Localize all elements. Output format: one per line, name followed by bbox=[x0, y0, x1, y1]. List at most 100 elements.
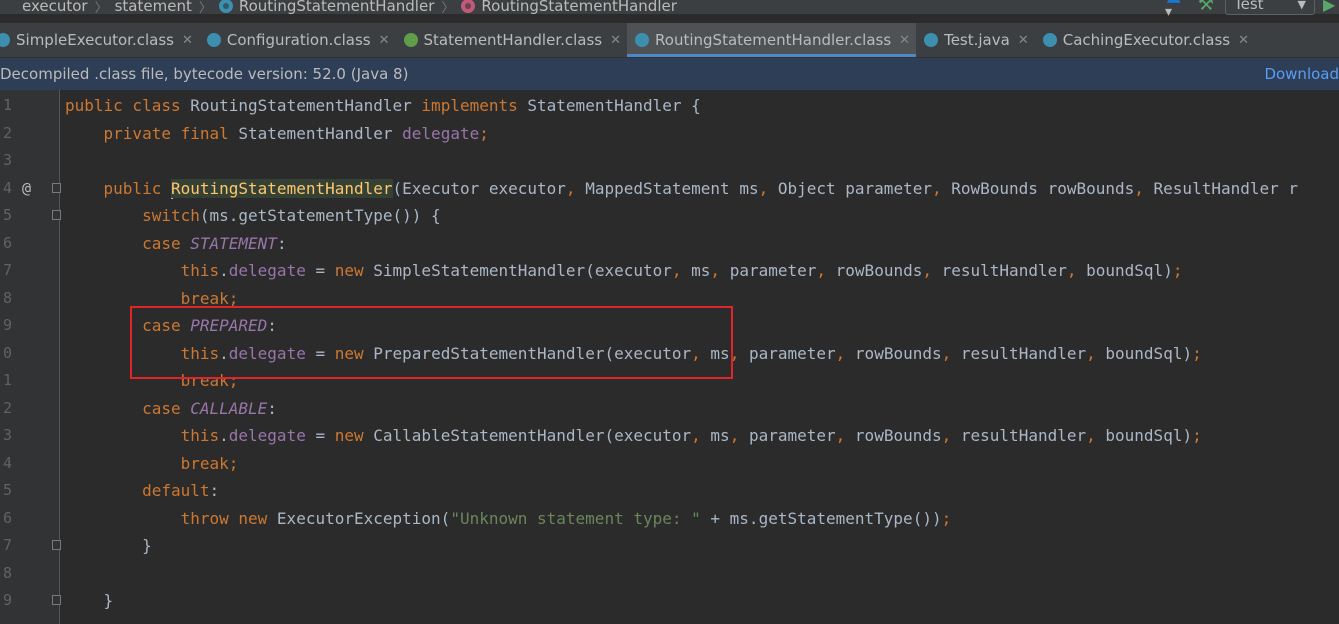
code-text: public RoutingStatementHandler(Executor … bbox=[103, 179, 1299, 199]
code-line: 1 break; bbox=[0, 367, 1339, 394]
code-text: } bbox=[103, 591, 114, 610]
code-line: 2 private final StatementHandler delegat… bbox=[0, 120, 1339, 147]
close-icon[interactable]: ✕ bbox=[379, 33, 390, 48]
breadcrumb-label: RoutingStatementHandler bbox=[238, 0, 435, 15]
tab-label: RoutingStatementHandler.class bbox=[655, 31, 892, 49]
hammer-icon[interactable]: ⚒ bbox=[1195, 0, 1217, 15]
tab-simpleexecutor[interactable]: SimpleExecutor.class ✕ bbox=[0, 23, 199, 57]
tab-routingstatementhandler[interactable]: RoutingStatementHandler.class ✕ bbox=[627, 23, 917, 57]
code-line: 6 case STATEMENT: bbox=[0, 230, 1339, 257]
breadcrumb-item[interactable]: statement bbox=[115, 0, 192, 15]
code-line: 4 break; bbox=[0, 450, 1339, 477]
code-line: 7 } bbox=[0, 532, 1339, 559]
code-line: 3 bbox=[0, 147, 1339, 174]
line-number: 8 bbox=[2, 564, 12, 582]
chevron-right-icon: 〉 bbox=[94, 0, 108, 16]
fold-marker-icon[interactable] bbox=[52, 540, 61, 550]
code-text: case CALLABLE: bbox=[142, 399, 277, 418]
class-icon bbox=[924, 33, 939, 47]
code-text: this.delegate = new SimpleStatementHandl… bbox=[180, 261, 1183, 280]
code-line: 5 switch(ms.getStatementType()) { bbox=[0, 202, 1339, 229]
run-config-select[interactable]: Test ▼ bbox=[1225, 0, 1315, 15]
close-icon[interactable]: ✕ bbox=[182, 33, 193, 48]
code-line: 8 bbox=[0, 560, 1339, 587]
method-icon bbox=[461, 0, 476, 13]
breadcrumb-bar: executor 〉 statement 〉 RoutingStatementH… bbox=[0, 0, 1339, 20]
code-line: 1 public class RoutingStatementHandler i… bbox=[0, 92, 1339, 119]
breadcrumb: executor 〉 statement 〉 RoutingStatementH… bbox=[0, 0, 677, 16]
breadcrumb-label: executor bbox=[22, 0, 88, 15]
code-line: 3 this.delegate = new CallableStatementH… bbox=[0, 422, 1339, 449]
line-number: 1 bbox=[2, 371, 12, 389]
line-number: 4 bbox=[2, 179, 12, 197]
class-icon bbox=[1042, 33, 1057, 47]
tab-test[interactable]: Test.java ✕ bbox=[916, 23, 1035, 57]
line-number: 7 bbox=[2, 261, 12, 279]
tab-statementhandler[interactable]: StatementHandler.class ✕ bbox=[396, 23, 628, 57]
breadcrumb-label: statement bbox=[114, 0, 192, 15]
tab-label: Configuration.class bbox=[226, 31, 371, 49]
code-line: 8 break; bbox=[0, 285, 1339, 312]
tab-label: CachingExecutor.class bbox=[1062, 31, 1231, 49]
tab-label: StatementHandler.class bbox=[423, 31, 603, 49]
code-text: default: bbox=[142, 481, 220, 500]
line-number: 0 bbox=[2, 344, 12, 362]
ide-window: executor 〉 statement 〉 RoutingStatementH… bbox=[0, 0, 1339, 624]
close-icon[interactable]: ✕ bbox=[1238, 33, 1249, 48]
line-number: 7 bbox=[2, 536, 12, 554]
chevron-right-icon: 〉 bbox=[441, 0, 455, 16]
line-number: 1 bbox=[2, 96, 12, 114]
fold-marker-icon[interactable] bbox=[52, 595, 61, 605]
line-number: 6 bbox=[2, 509, 12, 527]
close-icon[interactable]: ✕ bbox=[899, 33, 910, 48]
line-number: 5 bbox=[2, 206, 12, 224]
code-text: break; bbox=[180, 454, 239, 473]
code-line: 7 this.delegate = new SimpleStatementHan… bbox=[0, 257, 1339, 284]
code-text: throw new ExecutorException("Unknown sta… bbox=[180, 509, 952, 528]
run-icon[interactable]: ▶ bbox=[1323, 0, 1339, 14]
user-icon[interactable]: 👤▾ bbox=[1165, 0, 1187, 20]
tab-label: SimpleExecutor.class bbox=[16, 31, 174, 49]
code-text: case STATEMENT: bbox=[142, 234, 287, 253]
code-text: this.delegate = new CallableStatementHan… bbox=[180, 426, 1202, 445]
fold-marker-icon[interactable] bbox=[52, 183, 61, 193]
chevron-right-icon: 〉 bbox=[198, 0, 212, 16]
download-link[interactable]: Download bbox=[1264, 65, 1339, 83]
code-text: private final StatementHandler delegate; bbox=[103, 124, 489, 143]
close-icon[interactable]: ✕ bbox=[1018, 33, 1029, 48]
code-line: 9 } bbox=[0, 587, 1339, 614]
class-icon bbox=[0, 33, 10, 47]
chevron-down-icon: ▼ bbox=[1297, 0, 1306, 11]
code-line: 0 this.delegate = new PreparedStatementH… bbox=[0, 340, 1339, 367]
code-line: 9 case PREPARED: bbox=[0, 312, 1339, 339]
code-text: switch(ms.getStatementType()) { bbox=[142, 206, 441, 225]
line-number: 9 bbox=[2, 316, 12, 334]
breadcrumb-item[interactable]: executor bbox=[22, 0, 88, 15]
tab-configuration[interactable]: Configuration.class ✕ bbox=[199, 23, 396, 57]
run-config-label: Test bbox=[1234, 0, 1264, 13]
code-text: break; bbox=[180, 371, 239, 390]
code-text: break; bbox=[180, 289, 239, 308]
tab-cachingexecutor[interactable]: CachingExecutor.class ✕ bbox=[1035, 23, 1255, 57]
tab-label: Test.java bbox=[944, 31, 1010, 49]
line-number: 3 bbox=[2, 426, 12, 444]
code-text: } bbox=[142, 536, 152, 555]
code-editor[interactable]: 1 public class RoutingStatementHandler i… bbox=[0, 90, 1339, 624]
close-icon[interactable]: ✕ bbox=[610, 33, 621, 48]
line-number: 6 bbox=[2, 234, 12, 252]
fold-marker-icon[interactable] bbox=[52, 210, 61, 220]
code-text: case PREPARED: bbox=[142, 316, 277, 335]
override-marker-icon[interactable]: @ bbox=[22, 175, 31, 202]
code-line: 2 case CALLABLE: bbox=[0, 395, 1339, 422]
code-line: 4 @ public RoutingStatementHandler(Execu… bbox=[0, 175, 1339, 202]
class-icon bbox=[635, 33, 650, 47]
toolbar-right: 👤▾ ⚒ Test ▼ ▶ bbox=[1165, 0, 1339, 20]
notice-text: Decompiled .class file, bytecode version… bbox=[0, 65, 409, 83]
code-line: 5 default: bbox=[0, 477, 1339, 504]
code-text: this.delegate = new PreparedStatementHan… bbox=[180, 344, 1202, 363]
breadcrumb-label: RoutingStatementHandler bbox=[481, 0, 677, 15]
editor-tabs: SimpleExecutor.class ✕ Configuration.cla… bbox=[0, 23, 1339, 58]
class-icon bbox=[206, 33, 221, 47]
breadcrumb-item[interactable]: RoutingStatementHandler bbox=[461, 0, 677, 15]
breadcrumb-item[interactable]: RoutingStatementHandler bbox=[218, 0, 435, 15]
